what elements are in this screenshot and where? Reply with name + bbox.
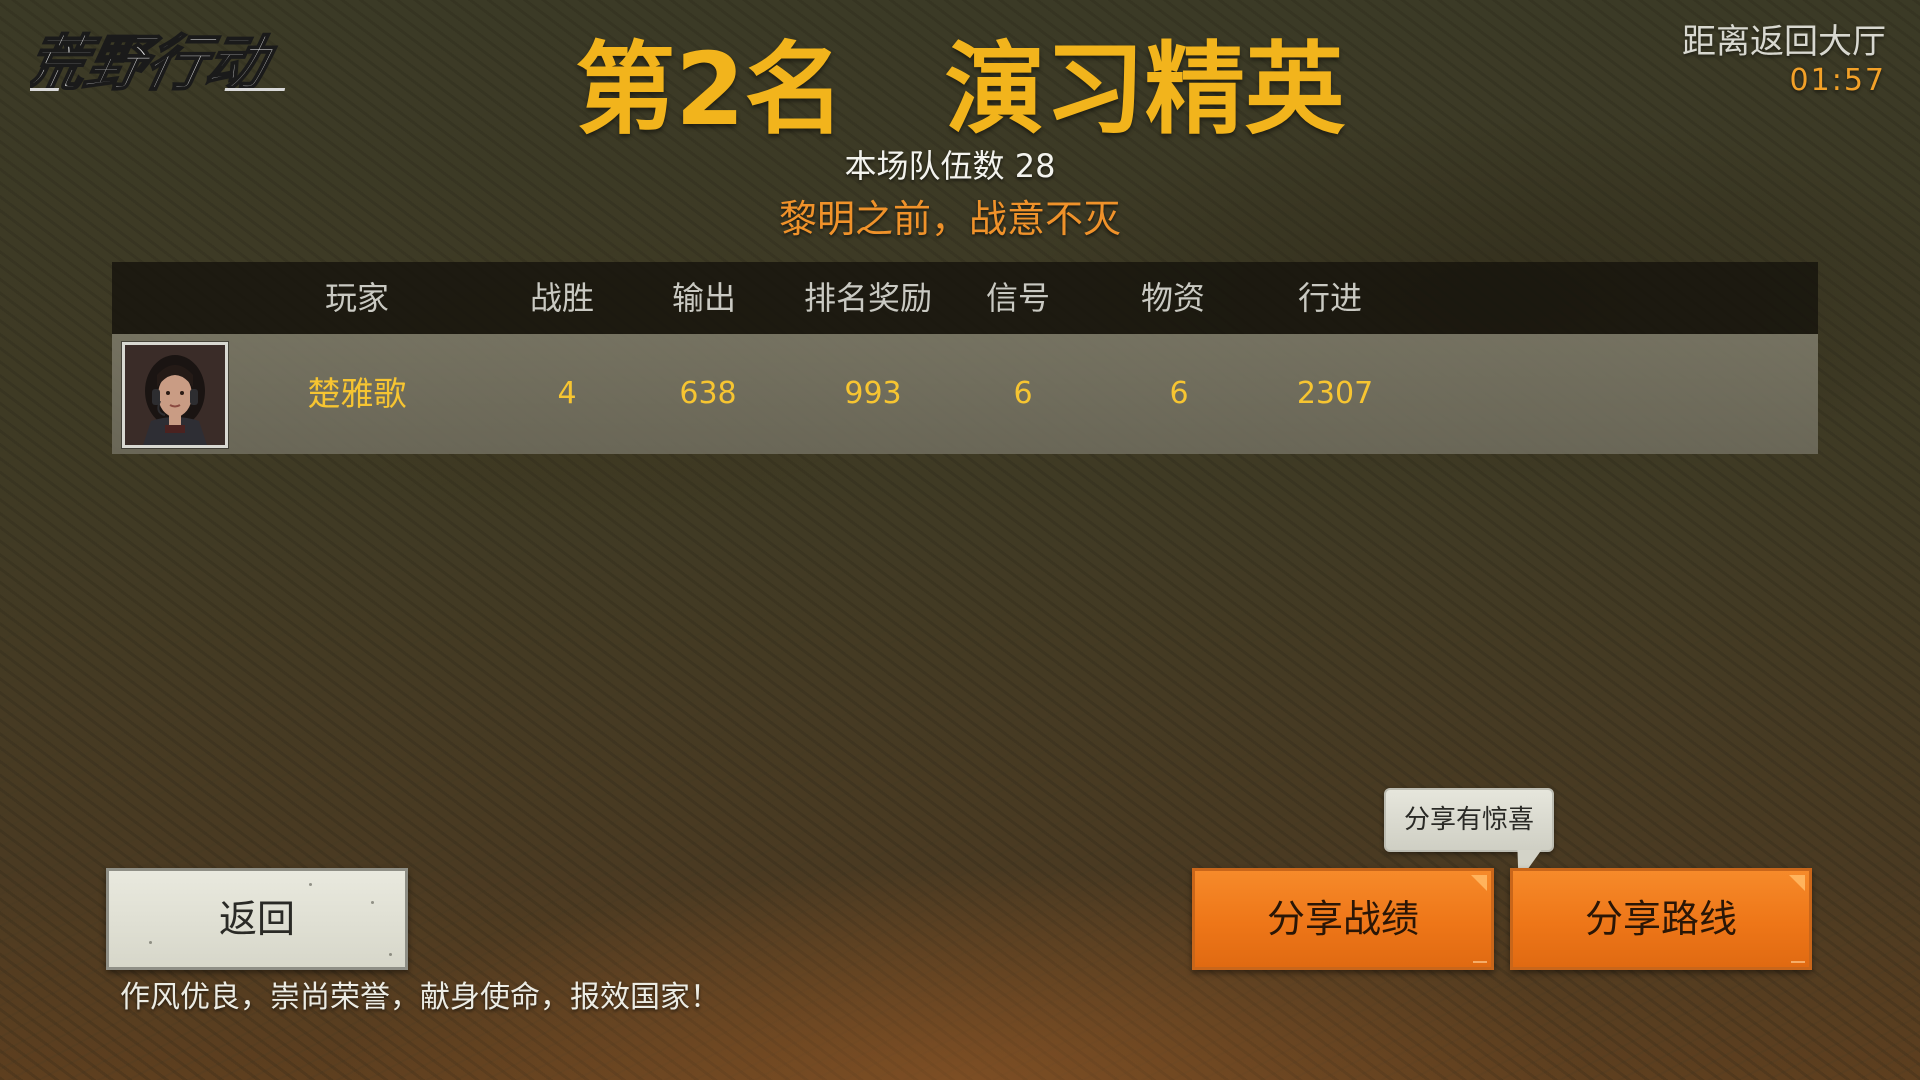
- battle-motto: 黎明之前，战意不灭: [778, 197, 1121, 241]
- supplies-value: 6: [1169, 376, 1189, 411]
- button-corner-accent: [1789, 875, 1805, 891]
- texture-speck: [371, 901, 374, 904]
- team-count: 本场队伍数 28: [844, 147, 1056, 185]
- column-header-distance: 行进: [1297, 279, 1363, 317]
- share-route-label: 分享路线: [1584, 897, 1737, 941]
- player-name: 楚雅歌: [307, 374, 407, 413]
- distance-value: 2307: [1296, 376, 1374, 411]
- button-corner-accent: [1473, 961, 1487, 963]
- button-corner-accent: [1791, 961, 1805, 963]
- texture-speck: [149, 941, 152, 944]
- column-header-output: 输出: [671, 279, 737, 317]
- share-record-label: 分享战绩: [1266, 897, 1419, 941]
- back-button[interactable]: 返回: [106, 868, 408, 970]
- output-value: 638: [679, 376, 737, 411]
- share-route-button[interactable]: 分享路线: [1510, 868, 1812, 970]
- column-header-wins: 战胜: [529, 279, 595, 317]
- player-portrait-icon: [125, 345, 225, 445]
- share-bonus-tooltip: 分享有惊喜: [1384, 788, 1554, 852]
- table-row: 楚雅歌 4 638 993 6 6 2307: [112, 334, 1818, 454]
- back-button-label: 返回: [218, 897, 295, 941]
- rank-title: 第2名 演习精英: [575, 31, 1345, 148]
- column-header-supplies: 物资: [1140, 279, 1206, 317]
- footer-motto: 作风优良，崇尚荣誉，献身使命，报效国家！: [120, 980, 720, 1015]
- button-corner-accent: [1471, 875, 1487, 891]
- texture-speck: [389, 953, 392, 956]
- team-stats-table: 玩家 战胜 输出 排名奖励 信号 物资 行进 楚雅歌 4 638 993 6 6…: [112, 262, 1818, 454]
- countdown-label: 距离返回大厅: [1682, 22, 1886, 62]
- column-header-signal: 信号: [985, 279, 1051, 317]
- results-screen: 荒野行动 第2名 演习精英 本场队伍数 28 黎明之前，战意不灭 距离返回大厅 …: [0, 0, 1920, 1080]
- texture-speck: [309, 883, 312, 886]
- return-countdown: 距离返回大厅 01:57: [1682, 22, 1886, 100]
- table-header: 玩家 战胜 输出 排名奖励 信号 物资 行进: [112, 262, 1818, 334]
- rank-reward-value: 993: [844, 376, 902, 411]
- column-header-player: 玩家: [324, 279, 390, 317]
- player-avatar: [122, 342, 228, 448]
- countdown-time: 01:57: [1789, 63, 1886, 98]
- wins-value: 4: [557, 376, 577, 411]
- share-record-button[interactable]: 分享战绩: [1192, 868, 1494, 970]
- signal-value: 6: [1013, 376, 1033, 411]
- column-header-rank-reward: 排名奖励: [803, 279, 933, 317]
